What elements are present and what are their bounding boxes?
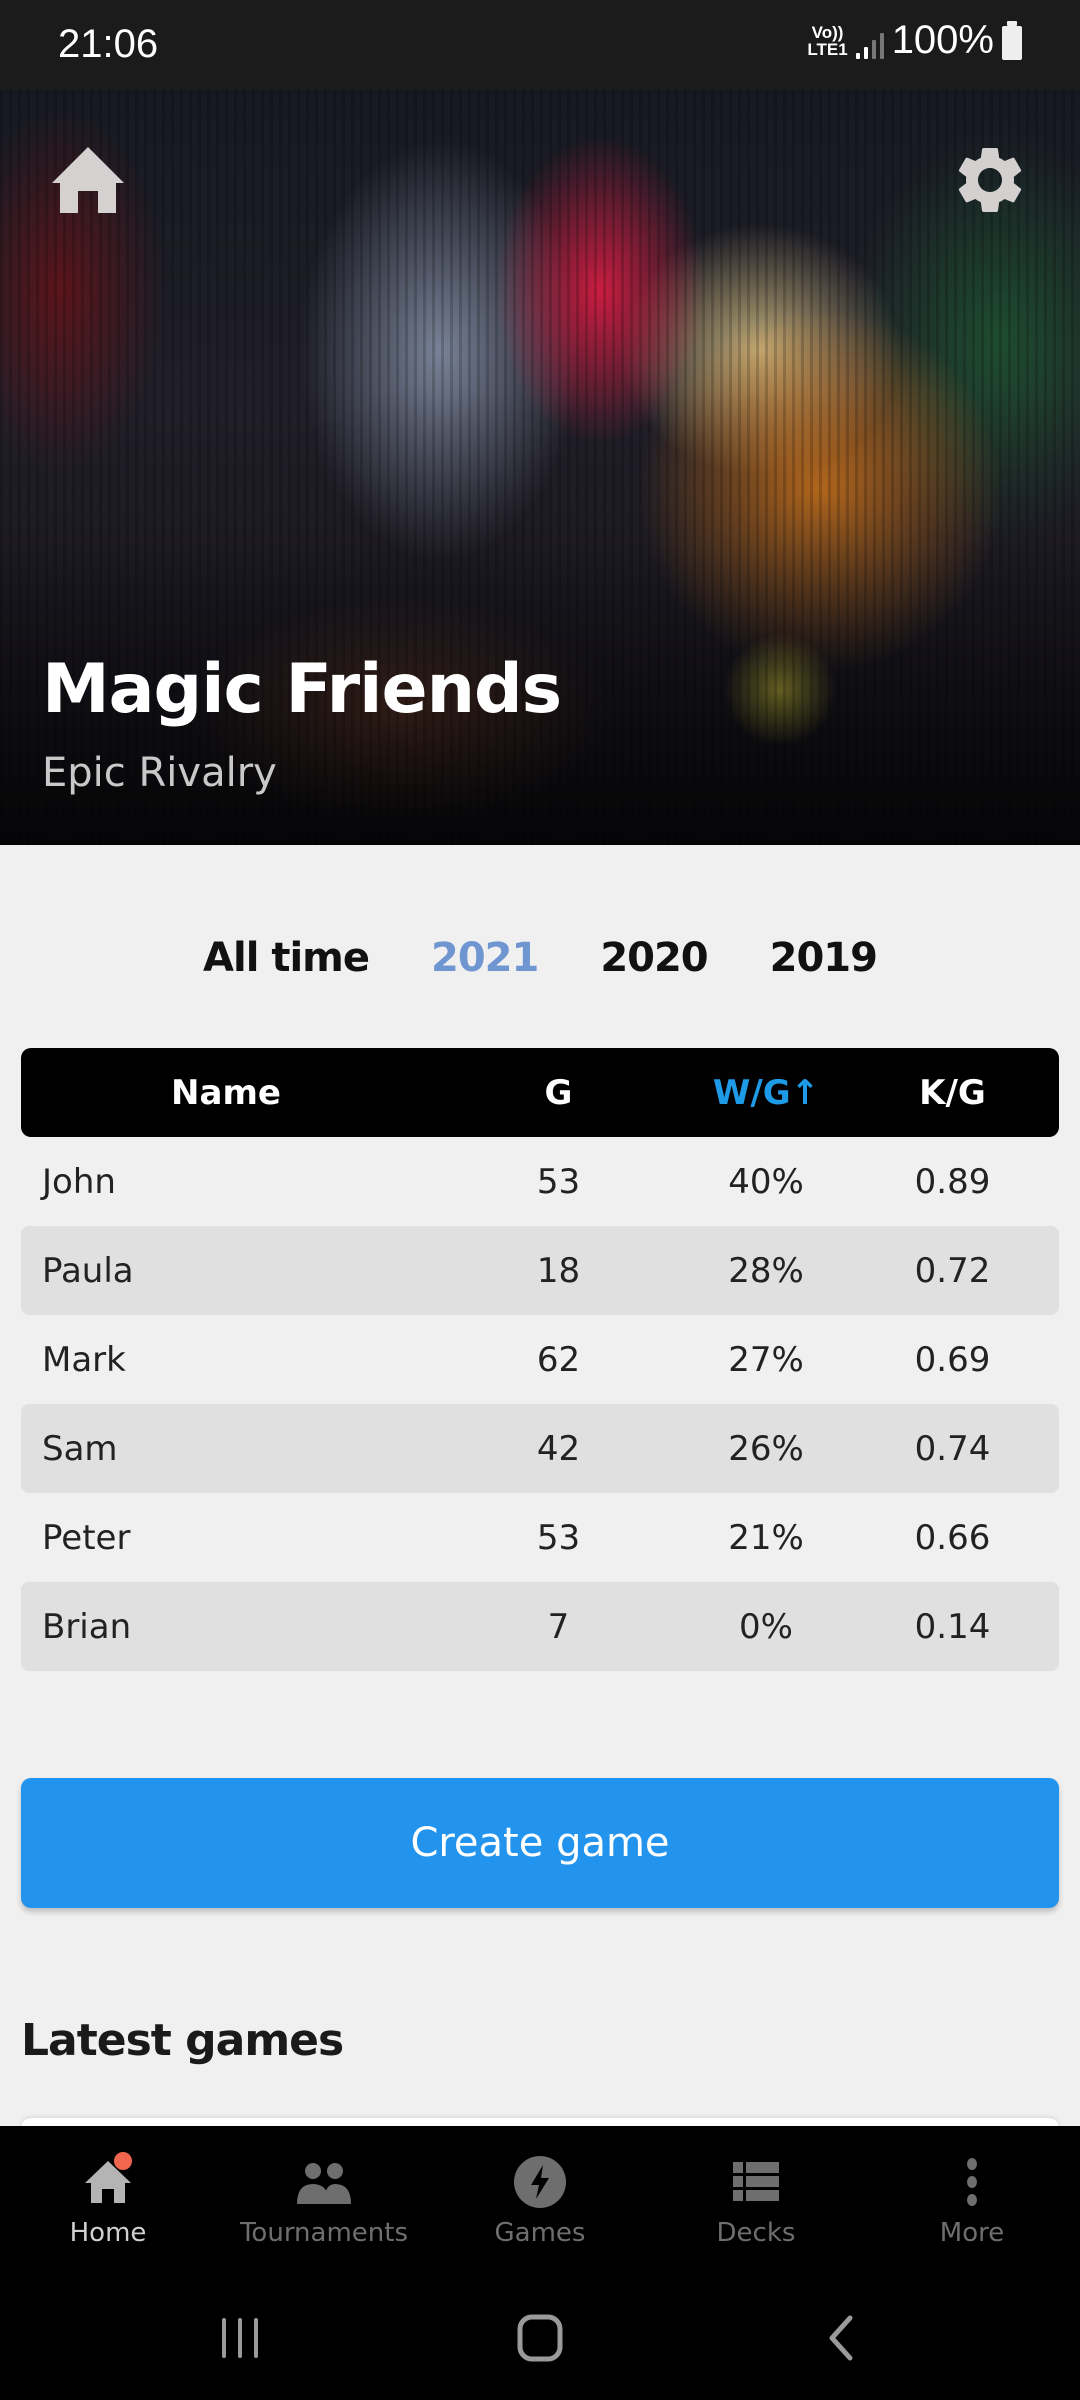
games-value: 7: [547, 1606, 570, 1647]
nav-label-more: More: [939, 2218, 1005, 2248]
status-indicators: Vo)) LTE1 100%: [807, 18, 1022, 63]
lightning-icon: [514, 2156, 566, 2208]
tab-2020[interactable]: 2020: [569, 935, 738, 981]
column-header-name[interactable]: Name: [21, 1073, 431, 1113]
table-row[interactable]: Mark 62 27% 0.69: [21, 1315, 1059, 1404]
games-value: 18: [536, 1250, 581, 1291]
kills-per-game-value: 0.14: [914, 1606, 991, 1647]
notification-badge: [114, 2152, 132, 2170]
wins-per-game-value: 0%: [739, 1606, 793, 1647]
player-name: Mark: [42, 1339, 126, 1380]
player-name: Paula: [42, 1250, 134, 1291]
group-title: Magic Friends: [42, 650, 562, 729]
nav-label-tournaments: Tournaments: [239, 2218, 409, 2248]
back-icon: [829, 2315, 853, 2361]
wins-per-game-value: 21%: [728, 1517, 804, 1558]
hero-home-button[interactable]: [43, 135, 133, 225]
table-row[interactable]: Peter 53 21% 0.66: [21, 1493, 1059, 1582]
recent-apps-icon: [222, 2318, 258, 2358]
table-row[interactable]: Sam 42 26% 0.74: [21, 1404, 1059, 1493]
group-subtitle: Epic Rivalry: [42, 750, 277, 796]
status-bar: 21:06 Vo)) LTE1 100%: [0, 0, 1080, 90]
table-row[interactable]: Paula 18 28% 0.72: [21, 1226, 1059, 1315]
games-value: 42: [536, 1428, 581, 1469]
kills-per-game-value: 0.74: [914, 1428, 991, 1469]
column-header-wins-per-game[interactable]: W/G↑: [686, 1073, 846, 1113]
hero-settings-button[interactable]: [945, 135, 1035, 225]
year-filter-tabs: All time 2021 2020 2019: [0, 935, 1080, 981]
column-header-kills-per-game[interactable]: K/G: [846, 1073, 1059, 1113]
nav-label-home: Home: [69, 2218, 147, 2248]
gear-icon: [958, 147, 1022, 212]
nav-item-tournaments[interactable]: Tournaments: [216, 2126, 432, 2276]
table-header: Name G W/G↑ K/G: [21, 1048, 1059, 1137]
player-name: John: [42, 1161, 116, 1202]
tab-2019[interactable]: 2019: [739, 935, 908, 981]
wins-per-game-value: 28%: [728, 1250, 804, 1291]
tab-all-time[interactable]: All time: [172, 935, 400, 981]
nav-item-decks[interactable]: Decks: [648, 2126, 864, 2276]
volte-label: Vo)): [811, 22, 844, 42]
tab-2021[interactable]: 2021: [400, 935, 569, 981]
back-button[interactable]: [780, 2298, 900, 2378]
recent-apps-button[interactable]: [180, 2298, 300, 2378]
player-name: Peter: [42, 1517, 131, 1558]
nav-item-games[interactable]: Games: [432, 2126, 648, 2276]
wins-per-game-value: 26%: [728, 1428, 804, 1469]
volte-lte-indicator: Vo)) LTE1: [807, 24, 847, 58]
lte-label: LTE1: [807, 39, 848, 59]
battery-icon: [1002, 20, 1022, 60]
wins-per-game-value: 40%: [728, 1161, 804, 1202]
nav-label-decks: Decks: [716, 2218, 796, 2248]
hero-banner: Magic Friends Epic Rivalry: [0, 90, 1080, 845]
games-value: 53: [536, 1161, 581, 1202]
player-name: Brian: [42, 1606, 132, 1647]
kills-per-game-value: 0.72: [914, 1250, 991, 1291]
kills-per-game-value: 0.69: [914, 1339, 991, 1380]
column-header-games[interactable]: G: [431, 1073, 686, 1113]
stats-table: Name G W/G↑ K/G John 53 40% 0.89 Paula 1…: [21, 1048, 1059, 1671]
home-circle-icon: [517, 2314, 563, 2362]
games-value: 53: [536, 1517, 581, 1558]
people-icon: [297, 2163, 351, 2204]
table-row[interactable]: John 53 40% 0.89: [21, 1137, 1059, 1226]
table-row[interactable]: Brian 7 0% 0.14: [21, 1582, 1059, 1671]
system-navigation-bar: [0, 2276, 1080, 2400]
nav-item-home[interactable]: Home: [0, 2126, 216, 2276]
player-name: Sam: [42, 1428, 118, 1469]
home-system-button[interactable]: [480, 2298, 600, 2378]
signal-icon: [855, 23, 884, 59]
wins-per-game-value: 27%: [728, 1339, 804, 1380]
kills-per-game-value: 0.66: [914, 1517, 991, 1558]
bottom-navigation: Home Tournaments Games Decks More: [0, 2126, 1080, 2276]
nav-item-more[interactable]: More: [864, 2126, 1080, 2276]
latest-games-heading: Latest games: [21, 2015, 344, 2066]
games-value: 62: [536, 1339, 581, 1380]
list-icon: [733, 2162, 779, 2201]
create-game-button[interactable]: Create game: [21, 1778, 1059, 1908]
home-icon: [52, 147, 124, 213]
status-time: 21:06: [58, 22, 159, 66]
nav-label-games: Games: [494, 2218, 586, 2248]
more-vertical-icon: [967, 2158, 977, 2206]
battery-percent: 100%: [891, 18, 994, 62]
kills-per-game-value: 0.89: [914, 1161, 991, 1202]
